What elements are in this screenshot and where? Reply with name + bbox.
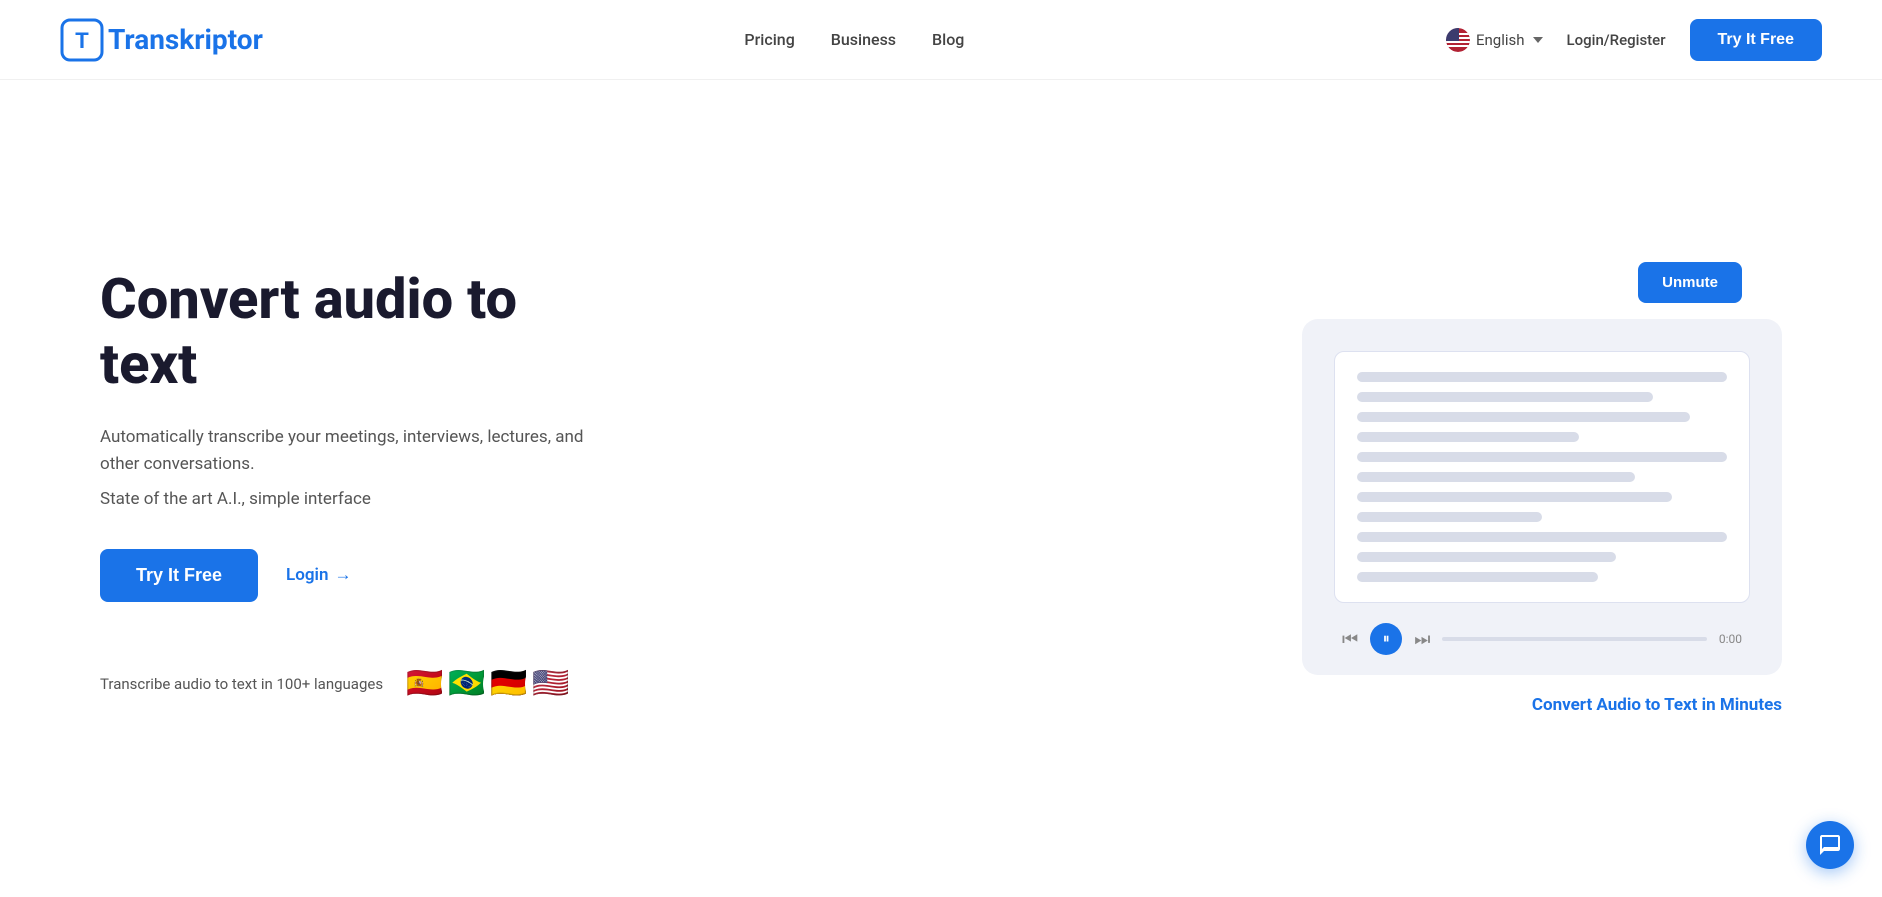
transcript-line bbox=[1357, 532, 1727, 542]
try-free-hero-button[interactable]: Try It Free bbox=[100, 549, 258, 602]
video-card: ⏮ ⏸ ⏭ 0:00 bbox=[1302, 319, 1782, 675]
unmute-button[interactable]: Unmute bbox=[1638, 262, 1742, 303]
login-arrow-icon: → bbox=[334, 565, 351, 585]
nav-links: Pricing Business Blog bbox=[744, 30, 964, 49]
language-selector[interactable]: English bbox=[1446, 28, 1543, 52]
logo-link[interactable]: T Transkriptor bbox=[60, 18, 263, 62]
navbar: T Transkriptor Pricing Business Blog Eng… bbox=[0, 0, 1882, 80]
card-caption: Convert Audio to Text in Minutes bbox=[1532, 695, 1782, 715]
try-free-nav-button[interactable]: Try It Free bbox=[1690, 19, 1822, 61]
progress-bar[interactable] bbox=[1442, 637, 1706, 641]
hero-left: Convert audio to text Automatically tran… bbox=[100, 267, 620, 709]
transcript-line bbox=[1357, 472, 1635, 482]
transcript-line bbox=[1357, 452, 1727, 462]
hero-buttons: Try It Free Login → bbox=[100, 549, 620, 602]
transcript-line bbox=[1357, 392, 1653, 402]
hero-section: Convert audio to text Automatically tran… bbox=[0, 80, 1882, 897]
nav-right: English Login/Register Try It Free bbox=[1446, 19, 1822, 61]
language-label: English bbox=[1476, 31, 1525, 49]
player-controls: ⏮ ⏸ ⏭ 0:00 bbox=[1334, 623, 1750, 655]
login-hero-label: Login bbox=[286, 565, 328, 585]
hero-subtitle2: State of the art A.I., simple interface bbox=[100, 489, 620, 509]
flag-usa: 🇺🇸 bbox=[525, 658, 577, 710]
forward-icon[interactable]: ⏭ bbox=[1414, 629, 1430, 650]
us-flag-icon bbox=[1446, 28, 1470, 52]
language-chevron-icon bbox=[1533, 37, 1543, 43]
hero-right: Unmute ⏮ ⏸ ⏭ bbox=[1202, 262, 1782, 715]
chat-bubble-button[interactable] bbox=[1806, 821, 1854, 869]
hero-title: Convert audio to text bbox=[100, 267, 620, 396]
transcript-line bbox=[1357, 432, 1579, 442]
logo-icon: T bbox=[60, 18, 104, 62]
flag-stack: 🇪🇸 🇧🇷 🇩🇪 🇺🇸 bbox=[399, 658, 577, 710]
transcript-line bbox=[1357, 492, 1672, 502]
transcript-line bbox=[1357, 552, 1616, 562]
nav-blog[interactable]: Blog bbox=[932, 30, 964, 49]
nav-business[interactable]: Business bbox=[831, 30, 896, 49]
hero-languages: Transcribe audio to text in 100+ languag… bbox=[100, 658, 620, 710]
login-register-link[interactable]: Login/Register bbox=[1567, 31, 1666, 49]
logo-text: Transkriptor bbox=[108, 23, 263, 56]
hero-subtitle1: Automatically transcribe your meetings, … bbox=[100, 424, 620, 478]
nav-pricing[interactable]: Pricing bbox=[744, 30, 794, 49]
languages-text: Transcribe audio to text in 100+ languag… bbox=[100, 675, 383, 693]
transcript-line bbox=[1357, 412, 1690, 422]
transcript-line bbox=[1357, 512, 1542, 522]
svg-text:T: T bbox=[75, 28, 89, 53]
transcript-area bbox=[1334, 351, 1750, 603]
play-button[interactable]: ⏸ bbox=[1370, 623, 1402, 655]
transcript-line bbox=[1357, 372, 1727, 382]
chat-icon bbox=[1818, 833, 1842, 857]
player-time: 0:00 bbox=[1719, 632, 1742, 646]
rewind-icon[interactable]: ⏮ bbox=[1342, 629, 1358, 650]
pause-icon: ⏸ bbox=[1383, 631, 1390, 647]
login-hero-link[interactable]: Login → bbox=[286, 565, 351, 585]
transcript-line bbox=[1357, 572, 1598, 582]
